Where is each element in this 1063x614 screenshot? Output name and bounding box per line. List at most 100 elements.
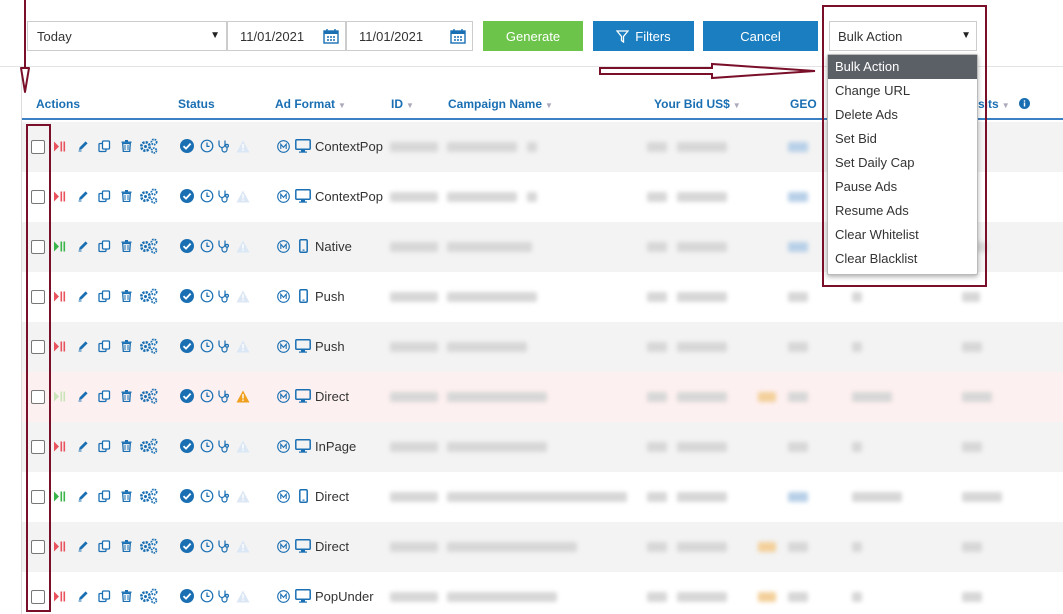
row-checkbox[interactable] <box>31 590 45 604</box>
play-pause-icon[interactable] <box>52 389 66 403</box>
warning-slot <box>236 139 250 153</box>
copy-icon[interactable] <box>97 289 111 303</box>
trash-icon[interactable] <box>119 289 133 303</box>
stethoscope-icon <box>216 439 230 453</box>
date-to-field[interactable]: 11/01/2021 <box>346 21 473 51</box>
period-select[interactable]: Today ▼ <box>27 21 227 51</box>
play-pause-icon[interactable] <box>52 189 66 203</box>
edit-icon[interactable] <box>76 239 90 253</box>
edit-icon[interactable] <box>76 589 90 603</box>
row-checkbox[interactable] <box>31 240 45 254</box>
redacted-value <box>677 142 727 152</box>
trash-icon[interactable] <box>119 239 133 253</box>
edit-icon[interactable] <box>76 389 90 403</box>
warning-icon[interactable] <box>236 390 250 403</box>
menu-item-pause-ads[interactable]: Pause Ads <box>828 175 977 199</box>
redacted-value <box>390 342 438 352</box>
row-checkbox[interactable] <box>31 290 45 304</box>
trash-icon[interactable] <box>119 589 133 603</box>
sort-icon: ▼ <box>545 101 553 110</box>
cancel-button[interactable]: Cancel <box>703 21 818 51</box>
row-checkbox[interactable] <box>31 490 45 504</box>
gears-icon[interactable] <box>139 488 159 504</box>
copy-icon[interactable] <box>97 589 111 603</box>
copy-icon[interactable] <box>97 439 111 453</box>
copy-icon[interactable] <box>97 489 111 503</box>
trash-icon[interactable] <box>119 139 133 153</box>
edit-icon[interactable] <box>76 289 90 303</box>
gears-icon[interactable] <box>139 388 159 404</box>
edit-icon[interactable] <box>76 539 90 553</box>
trash-icon[interactable] <box>119 389 133 403</box>
filters-button[interactable]: Filters <box>593 21 694 51</box>
copy-icon[interactable] <box>97 189 111 203</box>
play-pause-icon[interactable] <box>52 439 66 453</box>
menu-item-set-daily-cap[interactable]: Set Daily Cap <box>828 151 977 175</box>
copy-icon[interactable] <box>97 239 111 253</box>
gears-icon[interactable] <box>139 238 159 254</box>
play-pause-icon[interactable] <box>52 239 66 253</box>
gears-icon[interactable] <box>139 438 159 454</box>
row-checkbox[interactable] <box>31 540 45 554</box>
gears-icon[interactable] <box>139 538 159 554</box>
copy-icon[interactable] <box>97 139 111 153</box>
trash-icon[interactable] <box>119 539 133 553</box>
calendar-icon[interactable] <box>323 29 339 44</box>
edit-icon[interactable] <box>76 339 90 353</box>
menu-item-clear-blacklist[interactable]: Clear Blacklist <box>828 247 977 271</box>
row-checkbox[interactable] <box>31 340 45 354</box>
bulk-action-select[interactable]: Bulk Action ▼ <box>829 21 977 51</box>
redacted-value <box>527 142 537 152</box>
column-header-campaign-name[interactable]: Campaign Name ▼ <box>448 97 553 111</box>
trash-icon[interactable] <box>119 339 133 353</box>
play-pause-icon[interactable] <box>52 339 66 353</box>
menu-item-clear-whitelist[interactable]: Clear Whitelist <box>828 223 977 247</box>
column-header-geo[interactable]: GEO <box>790 97 817 111</box>
calendar-icon[interactable] <box>450 29 466 44</box>
copy-icon[interactable] <box>97 539 111 553</box>
generate-button[interactable]: Generate <box>483 21 583 51</box>
play-pause-icon[interactable] <box>52 489 66 503</box>
column-header-status[interactable]: Status <box>178 97 215 111</box>
play-pause-icon[interactable] <box>52 539 66 553</box>
menu-item-delete-ads[interactable]: Delete Ads <box>828 103 977 127</box>
gears-icon[interactable] <box>139 338 159 354</box>
menu-item-resume-ads[interactable]: Resume Ads <box>828 199 977 223</box>
play-pause-icon[interactable] <box>52 589 66 603</box>
redacted-value <box>677 292 727 302</box>
row-checkbox[interactable] <box>31 140 45 154</box>
redacted-value <box>788 342 808 352</box>
gears-icon[interactable] <box>139 188 159 204</box>
menu-item-bulk-action[interactable]: Bulk Action <box>828 55 977 79</box>
info-icon[interactable] <box>1018 98 1030 109</box>
menu-item-change-url[interactable]: Change URL <box>828 79 977 103</box>
column-header-id[interactable]: ID ▼ <box>391 97 414 111</box>
copy-icon[interactable] <box>97 389 111 403</box>
stethoscope-icon <box>216 339 230 353</box>
play-pause-icon[interactable] <box>52 139 66 153</box>
menu-item-set-bid[interactable]: Set Bid <box>828 127 977 151</box>
gears-icon[interactable] <box>139 288 159 304</box>
table-row: Direct <box>22 522 1063 572</box>
redacted-value <box>962 392 992 402</box>
gears-icon[interactable] <box>139 588 159 604</box>
play-pause-icon[interactable] <box>52 289 66 303</box>
date-from-field[interactable]: 11/01/2021 <box>227 21 346 51</box>
trash-icon[interactable] <box>119 489 133 503</box>
column-header-visits[interactable]: sits ▼ <box>978 97 1030 111</box>
column-header-your-bid[interactable]: Your Bid US$ ▼ <box>654 97 741 111</box>
trash-icon[interactable] <box>119 189 133 203</box>
edit-icon[interactable] <box>76 189 90 203</box>
edit-icon[interactable] <box>76 489 90 503</box>
edit-icon[interactable] <box>76 139 90 153</box>
row-checkbox[interactable] <box>31 440 45 454</box>
column-header-ad-format[interactable]: Ad Format ▼ <box>275 97 346 111</box>
trash-icon[interactable] <box>119 439 133 453</box>
column-header-actions: Actions <box>36 97 81 111</box>
edit-icon[interactable] <box>76 439 90 453</box>
row-checkbox[interactable] <box>31 390 45 404</box>
table-row: InPage <box>22 422 1063 472</box>
row-checkbox[interactable] <box>31 190 45 204</box>
gears-icon[interactable] <box>139 138 159 154</box>
copy-icon[interactable] <box>97 339 111 353</box>
